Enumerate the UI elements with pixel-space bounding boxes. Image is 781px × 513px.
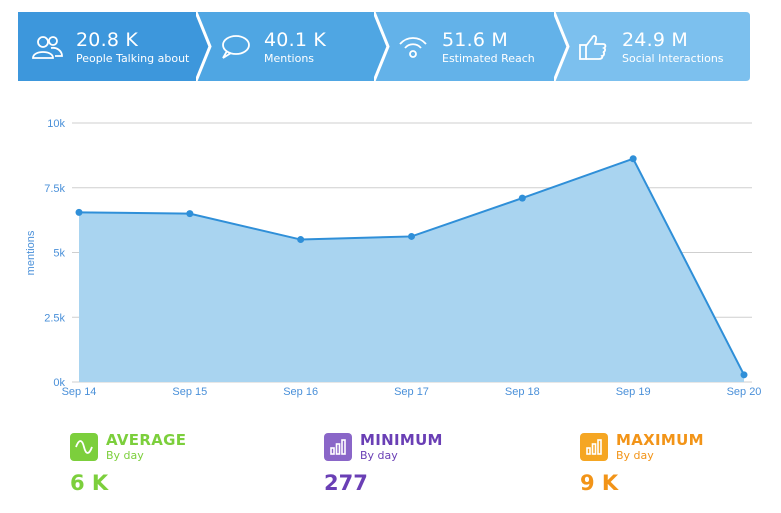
kpi-label: People Talking about (76, 51, 190, 65)
kpi-value: 20.8 K (76, 28, 139, 51)
bar-chart-icon (324, 433, 352, 461)
wave-icon (70, 433, 98, 461)
x-tick-label: Sep 14 (62, 386, 97, 398)
summary-value: 277 (324, 471, 368, 495)
area-fill (79, 158, 744, 382)
kpi-value: 24.9 M (622, 28, 688, 51)
y-axis-label: mentions (25, 230, 37, 275)
mentions-area-chart: 0k2.5k5k7.5k10k Sep 14 Sep 15 Sep 16 Sep 17… (25, 118, 762, 398)
data-point[interactable] (186, 210, 194, 218)
data-point[interactable] (297, 236, 305, 244)
data-point[interactable] (75, 208, 83, 216)
kpi-people-talking: 20.8 K People Talking about (18, 12, 210, 81)
area-series (75, 155, 748, 382)
people-icon (30, 30, 64, 64)
summary-minimum: MINIMUM By day 277 (324, 431, 443, 501)
x-tick-label: Sep 18 (505, 386, 540, 398)
kpi-social-interactions: 24.9 M Social Interactions (554, 12, 750, 81)
x-axis-ticks: Sep 14 Sep 15 Sep 16 Sep 17 Sep 18 Sep 19 Sep … (62, 386, 762, 398)
data-point[interactable] (408, 232, 415, 240)
data-point[interactable] (740, 371, 748, 379)
summary-average: AVERAGE By day 6 K (70, 431, 186, 501)
kpi-value: 40.1 K (264, 28, 327, 51)
summary-value: 6 K (70, 471, 109, 495)
summary-value: 9 K (580, 471, 619, 495)
y-tick-label: 2.5k (44, 312, 65, 324)
x-tick-label: Sep 17 (394, 386, 429, 398)
summary-subtitle: By day (360, 449, 398, 462)
summary-subtitle: By day (106, 449, 144, 462)
summary-title: AVERAGE (106, 431, 187, 449)
data-point[interactable] (518, 194, 526, 202)
y-tick-label: 10k (47, 118, 65, 130)
data-point[interactable] (629, 155, 637, 163)
y-tick-label: 7.5k (44, 183, 65, 195)
speech-bubble-icon (218, 30, 252, 64)
summary-title: MINIMUM (360, 431, 443, 449)
bar-chart-icon (580, 433, 608, 461)
broadcast-icon (396, 30, 430, 64)
x-tick-label: Sep 16 (283, 386, 318, 398)
summary-title: MAXIMUM (616, 431, 704, 449)
x-tick-label: Sep 19 (616, 386, 651, 398)
x-tick-label: Sep 20 (727, 386, 762, 398)
kpi-bar: 20.8 K People Talking about 40.1 K Menti… (18, 12, 750, 81)
mentions-chart: 0k 2.5k 5k 7.5k 10k Sep 14 Sep 15 Sep 16 Sep 17… (0, 100, 781, 410)
y-axis-ticks: 0k2.5k5k7.5k10k (44, 118, 65, 389)
kpi-label: Social Interactions (622, 51, 724, 65)
summary-subtitle: By day (616, 449, 654, 462)
thumbs-up-icon (576, 30, 610, 64)
x-tick-label: Sep 15 (172, 386, 207, 398)
kpi-label: Estimated Reach (442, 51, 535, 65)
kpi-estimated-reach: 51.6 M Estimated Reach (374, 12, 568, 81)
kpi-mentions: 40.1 K Mentions (196, 12, 388, 81)
summary-maximum: MAXIMUM By day 9 K (580, 431, 704, 501)
kpi-value: 51.6 M (442, 28, 508, 51)
y-tick-label: 5k (53, 248, 65, 260)
kpi-label: Mentions (264, 51, 315, 65)
